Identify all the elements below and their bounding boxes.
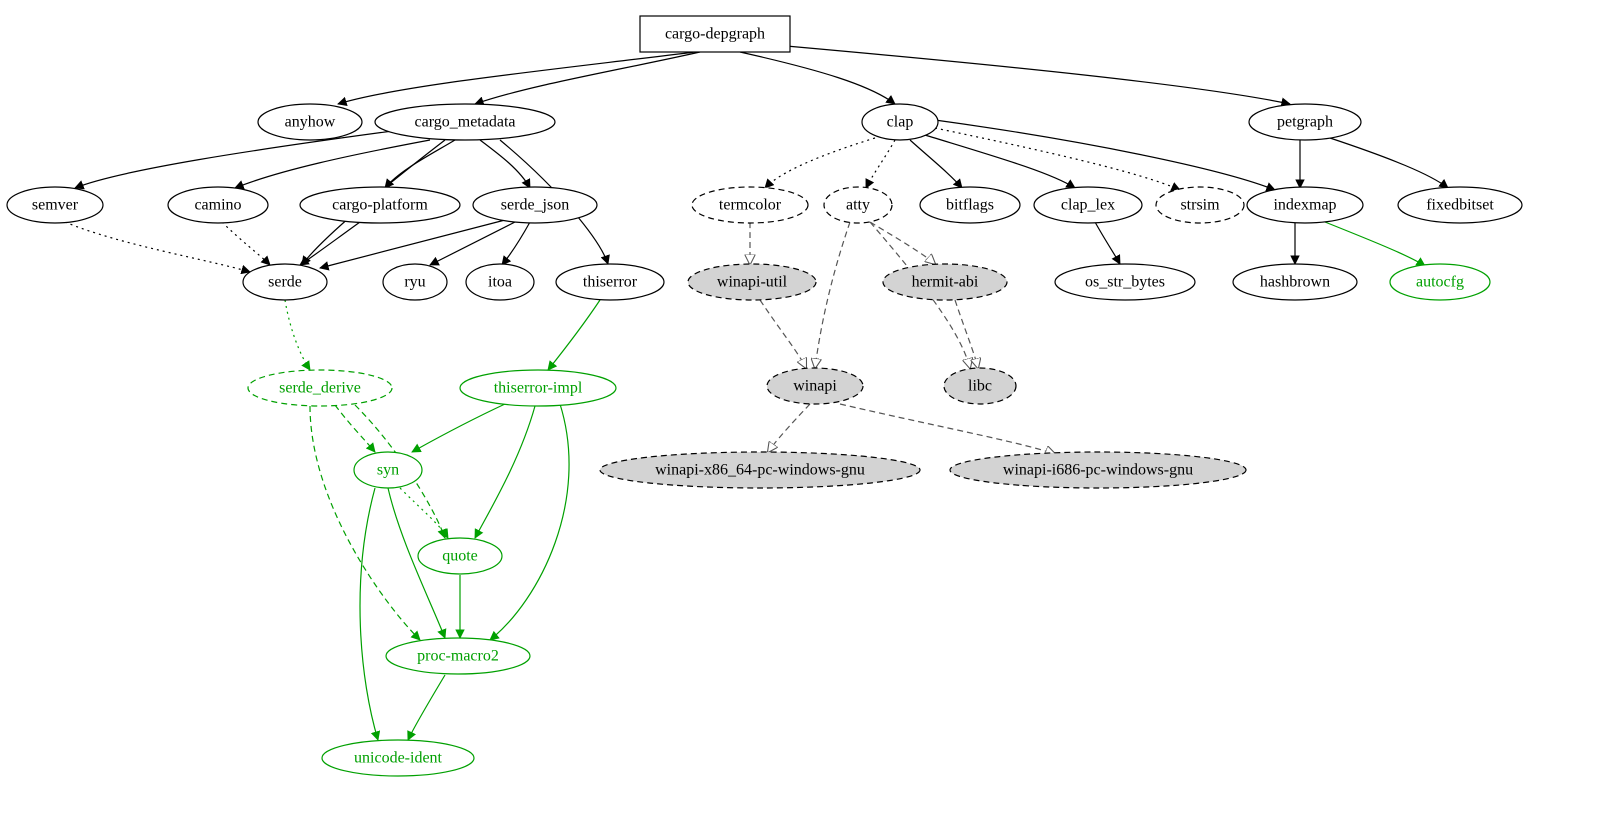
edge-serde_json-serde bbox=[320, 220, 505, 268]
node-ryu: ryu bbox=[383, 264, 447, 300]
node-indexmap: indexmap bbox=[1247, 187, 1363, 223]
node-serde_derive: serde_derive bbox=[248, 370, 392, 406]
node-clap: clap bbox=[862, 104, 938, 140]
edge-indexmap-autocfg bbox=[1325, 222, 1425, 266]
node-anyhow: anyhow bbox=[258, 104, 362, 140]
edge-thiserror-thiserror-impl bbox=[548, 300, 600, 370]
node-hermit-abi: hermit-abi bbox=[883, 264, 1007, 300]
edge-winapi-x86 bbox=[768, 404, 810, 452]
edge-winapi-i686 bbox=[840, 404, 1055, 454]
edge-serde_json-itoa bbox=[502, 222, 530, 265]
node-serde_json: serde_json bbox=[473, 187, 597, 223]
node-serde: serde bbox=[243, 264, 327, 300]
edge-cargo-depgraph-cargo_metadata bbox=[475, 52, 700, 104]
node-bitflags: bitflags bbox=[920, 187, 1020, 223]
node-camino: camino bbox=[168, 187, 268, 223]
edge-winapi-util-winapi bbox=[760, 300, 806, 368]
node-proc-macro2: proc-macro2 bbox=[386, 638, 530, 674]
nodes: cargo-depgraph anyhow cargo_metadata cla… bbox=[7, 16, 1522, 776]
node-cargo-platform: cargo-platform bbox=[300, 187, 460, 223]
edge-hermit-abi-libc bbox=[955, 300, 978, 368]
node-winapi-x86_64: winapi-x86_64-pc-windows-gnu bbox=[600, 452, 920, 488]
edge-thiserror-impl-quote bbox=[475, 406, 535, 538]
edge-clap-bitflags bbox=[910, 140, 962, 188]
node-winapi-i686: winapi-i686-pc-windows-gnu bbox=[950, 452, 1246, 488]
edge-clap_lex-os_str_bytes bbox=[1095, 222, 1120, 264]
edge-clap-termcolor bbox=[765, 138, 875, 188]
node-cargo-depgraph: cargo-depgraph bbox=[640, 16, 790, 52]
edge-cargo_metadata-semver bbox=[75, 130, 400, 188]
edge-cargo_metadata-serde_json bbox=[480, 140, 530, 188]
edge-atty-hermit-abi bbox=[870, 222, 935, 264]
node-hashbrown: hashbrown bbox=[1233, 264, 1357, 300]
edge-cargo-platform-serde bbox=[300, 222, 360, 265]
edge-thiserror-impl-syn bbox=[412, 404, 505, 452]
node-winapi: winapi bbox=[767, 368, 863, 404]
node-semver: semver bbox=[7, 187, 103, 223]
edge-clap-strsim bbox=[935, 128, 1180, 190]
edge-atty-winapi bbox=[815, 222, 850, 368]
node-strsim: strsim bbox=[1156, 187, 1244, 223]
edge-serde_derive-syn bbox=[335, 405, 375, 452]
edge-cargo-depgraph-clap bbox=[740, 52, 895, 104]
node-syn: syn bbox=[354, 452, 422, 488]
node-thiserror: thiserror bbox=[556, 264, 664, 300]
dependency-graph: cargo-depgraph anyhow cargo_metadata cla… bbox=[0, 0, 1605, 827]
node-termcolor: termcolor bbox=[692, 187, 808, 223]
edge-thiserror-impl-proc-macro2 bbox=[490, 404, 569, 640]
edge-cargo-depgraph-petgraph bbox=[775, 45, 1290, 104]
edge-proc-macro2-unicode-ident bbox=[408, 675, 445, 740]
edge-serde_derive-proc-macro2 bbox=[310, 406, 420, 640]
node-autocfg: autocfg bbox=[1390, 264, 1490, 300]
node-thiserror-impl: thiserror-impl bbox=[460, 370, 616, 406]
edge-clap-clap_lex bbox=[925, 135, 1075, 188]
edge-clap-indexmap bbox=[935, 120, 1275, 190]
node-cargo_metadata: cargo_metadata bbox=[375, 104, 555, 140]
edge-camino-serde bbox=[222, 222, 270, 265]
edge-cargo-depgraph-anyhow bbox=[338, 52, 695, 104]
edge-serde-serde_derive bbox=[285, 300, 310, 370]
edge-semver-serde bbox=[65, 222, 250, 272]
node-clap_lex: clap_lex bbox=[1034, 187, 1142, 223]
node-unicode-ident: unicode-ident bbox=[322, 740, 474, 776]
edge-cargo_metadata-camino bbox=[235, 140, 430, 188]
node-fixedbitset: fixedbitset bbox=[1398, 187, 1522, 223]
node-winapi-util: winapi-util bbox=[688, 264, 816, 300]
node-itoa: itoa bbox=[466, 264, 534, 300]
node-quote: quote bbox=[418, 538, 502, 574]
node-petgraph: petgraph bbox=[1249, 104, 1361, 140]
edge-petgraph-fixedbitset bbox=[1330, 138, 1448, 188]
node-os_str_bytes: os_str_bytes bbox=[1055, 264, 1195, 300]
edge-syn-unicode-ident bbox=[360, 488, 378, 740]
edge-clap-atty bbox=[866, 140, 895, 188]
node-libc: libc bbox=[944, 368, 1016, 404]
node-atty: atty bbox=[824, 187, 892, 223]
